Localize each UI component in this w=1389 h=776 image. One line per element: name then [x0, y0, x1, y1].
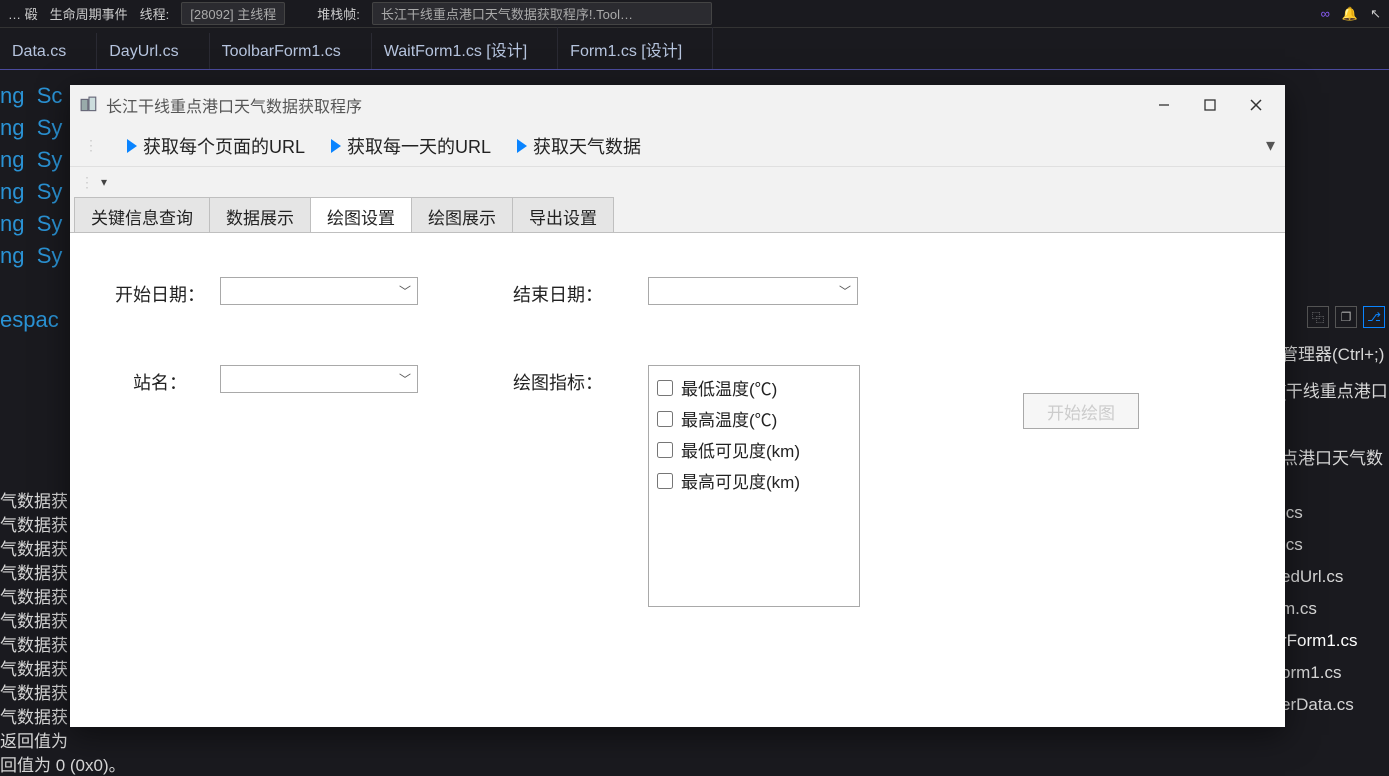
view-icon-1[interactable]: ⿻ [1307, 306, 1329, 328]
metric-text: 最低可见度(km) [681, 437, 800, 462]
chevron-down-icon: ﹀ [399, 283, 411, 300]
explorer-search-hint[interactable]: 管理器(Ctrl+;) [1279, 334, 1389, 371]
metric-checklist[interactable]: 最低温度(℃) 最高温度(℃) 最低可见度(km) 最高可见度(km) [648, 365, 860, 607]
metric-text: 最低温度(℃) [681, 375, 777, 400]
project-name[interactable]: [干线重点港口 [1279, 371, 1389, 408]
tab-body-plot-settings: 开始日期： ﹀ 结束日期： ﹀ 站名： ﹀ 绘图指标： 最低温度(℃) 最高温度(… [70, 232, 1285, 727]
tab-0[interactable]: 关键信息查询 [74, 197, 210, 233]
file-5[interactable]: orm1.cs [1279, 657, 1389, 689]
tool-get-weather[interactable]: 获取天气数据 [517, 133, 641, 159]
project-sub[interactable]: 点港口天气数 [1279, 438, 1389, 475]
tab-1[interactable]: 数据展示 [209, 197, 311, 233]
code-background: ng Sc ng Sy ng Sy ng Sy ng Sy ng Sy espa… [0, 80, 62, 336]
lifecycle-events[interactable]: 生命周期事件 [50, 4, 128, 23]
station-label: 站名： [100, 365, 220, 395]
file-tab-3[interactable]: WaitForm1.cs [设计] [372, 27, 558, 69]
start-date-combo[interactable]: ﹀ [220, 277, 418, 305]
file-tab-0[interactable]: Data.cs [0, 33, 97, 69]
toolbar2-dropdown[interactable]: ▾ [101, 175, 107, 189]
metric-label: 绘图指标： [498, 365, 618, 395]
play-icon [127, 139, 137, 153]
file-4[interactable]: rForm1.cs [1279, 625, 1389, 657]
dialog-title: 长江干线重点港口天气数据获取程序 [106, 93, 362, 117]
tool-get-page-url[interactable]: 获取每个页面的URL [127, 133, 305, 159]
metric-text: 最高可见度(km) [681, 468, 800, 493]
close-button[interactable] [1233, 89, 1279, 121]
maximize-button[interactable] [1187, 89, 1233, 121]
metric-row-1[interactable]: 最高温度(℃) [657, 403, 851, 434]
metric-text: 最高温度(℃) [681, 406, 777, 431]
end-date-combo[interactable]: ﹀ [648, 277, 858, 305]
tab-4[interactable]: 导出设置 [512, 197, 614, 233]
metric-checkbox-2[interactable] [657, 442, 673, 458]
file-tab-2[interactable]: ToolbarForm1.cs [210, 33, 372, 69]
app-icon [80, 96, 98, 114]
dialog-toolbar-2: ⋮ ▾ [70, 167, 1285, 197]
view-icon-3[interactable]: ⎇ [1363, 306, 1385, 328]
metric-checkbox-1[interactable] [657, 411, 673, 427]
metric-row-2[interactable]: 最低可见度(km) [657, 434, 851, 465]
metric-row-0[interactable]: 最低温度(℃) [657, 372, 851, 403]
station-combo[interactable]: ﹀ [220, 365, 418, 393]
toolbar-grip[interactable]: ⋮ [80, 137, 101, 154]
copilot-icon[interactable]: ∞ [1321, 6, 1330, 21]
stack-field[interactable]: 长江干线重点港口天气数据获取程序!.Tool… [372, 2, 712, 25]
tab-3[interactable]: 绘图展示 [411, 197, 513, 233]
tool-get-day-url[interactable]: 获取每一天的URL [331, 133, 491, 159]
toolbar-overflow[interactable]: ▾ [1266, 135, 1275, 156]
metric-checkbox-3[interactable] [657, 473, 673, 489]
stack-label: 堆栈帧: [317, 4, 360, 23]
view-icon-2[interactable]: ❐ [1335, 306, 1357, 328]
vs-top-left: … 碫 [8, 4, 38, 23]
notif-icon[interactable]: 🔔 [1342, 6, 1358, 22]
main-dialog: 长江干线重点港口天气数据获取程序 ⋮ 获取每个页面的URL 获取每一天的URL … [70, 85, 1285, 727]
file-0[interactable]: .cs [1279, 497, 1389, 529]
metric-row-3[interactable]: 最高可见度(km) [657, 465, 851, 496]
dialog-toolbar: ⋮ 获取每个页面的URL 获取每一天的URL 获取天气数据 ▾ [70, 125, 1285, 167]
cursor-icon[interactable]: ↖ [1370, 6, 1381, 22]
solution-explorer: ⿻ ❐ ⎇ 管理器(Ctrl+;) [干线重点港口 点港口天气数 .cs .cs… [1279, 70, 1389, 776]
file-tab-1[interactable]: DayUrl.cs [97, 33, 209, 69]
metric-checkbox-0[interactable] [657, 380, 673, 396]
start-date-label: 开始日期： [100, 277, 220, 307]
file-tab-4[interactable]: Form1.cs [设计] [558, 27, 713, 69]
file-tab-strip: Data.cs DayUrl.cs ToolbarForm1.cs WaitFo… [0, 28, 1389, 70]
thread-combo[interactable]: [28092] 主线程 [181, 2, 285, 25]
dialog-titlebar: 长江干线重点港口天气数据获取程序 [70, 85, 1285, 125]
vs-top-bar: … 碫 生命周期事件 线程: [28092] 主线程 堆栈帧: 长江干线重点港口… [0, 0, 1389, 28]
file-1[interactable]: .cs [1279, 529, 1389, 561]
toolbar2-grip[interactable]: ⋮ [80, 174, 93, 191]
chevron-down-icon: ﹀ [399, 371, 411, 388]
play-icon [517, 139, 527, 153]
thread-label: 线程: [140, 4, 170, 23]
end-date-label: 结束日期： [498, 277, 618, 307]
file-6[interactable]: erData.cs [1279, 689, 1389, 721]
play-icon [331, 139, 341, 153]
file-3[interactable]: m.cs [1279, 593, 1389, 625]
tab-2[interactable]: 绘图设置 [310, 197, 412, 233]
dialog-tabstrip: 关键信息查询数据展示绘图设置绘图展示导出设置 [70, 197, 1285, 233]
chevron-down-icon: ﹀ [839, 283, 851, 300]
file-2[interactable]: edUrl.cs [1279, 561, 1389, 593]
start-plot-button[interactable]: 开始绘图 [1023, 393, 1139, 429]
minimize-button[interactable] [1141, 89, 1187, 121]
